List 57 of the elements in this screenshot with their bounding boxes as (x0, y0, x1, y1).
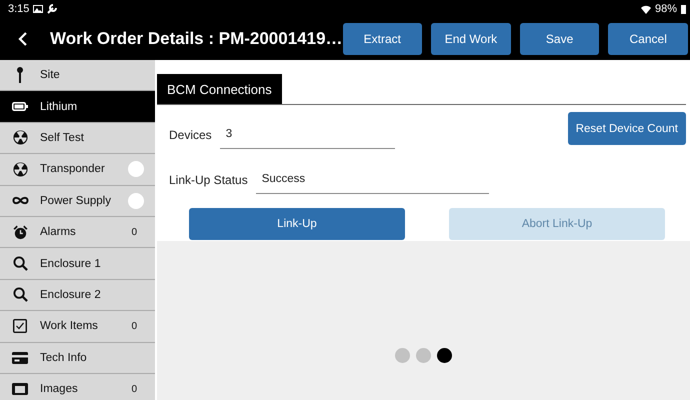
sidebar-item-label: Power Supply (40, 194, 112, 207)
page-indicator-dot[interactable] (437, 348, 452, 363)
sidebar-item[interactable]: Alarms 0 (0, 216, 155, 248)
page-title: Work Order Details : PM-20001419… (50, 29, 343, 49)
sidebar-item-label: Lithium (40, 100, 78, 113)
battery-icon (12, 102, 28, 112)
status-time: 3:15 (8, 3, 30, 15)
header-button[interactable]: End Work (431, 23, 511, 55)
action-button[interactable]: Link-Up (189, 208, 405, 240)
battery-percent: 98% (654, 3, 677, 15)
field-label: Link-Up Status (169, 172, 248, 186)
sidebar-item[interactable]: Power Supply (0, 186, 155, 217)
alarm-clock-icon (12, 224, 28, 240)
sidebar-item-label: Transponder (40, 163, 106, 176)
sidebar-item[interactable]: Transponder (0, 154, 155, 186)
header-button[interactable]: Save (520, 23, 600, 55)
input-field[interactable]: Success (256, 165, 489, 194)
image-icon (12, 383, 28, 396)
sidebar-item-label: Work Items (40, 320, 99, 332)
sidebar-item-label: Enclosure 2 (40, 288, 102, 301)
back-icon[interactable] (18, 31, 28, 47)
sidebar-item[interactable]: Images 0 (0, 374, 155, 400)
sidebar-item[interactable]: Lithium (0, 91, 155, 123)
sidebar-item-label: Self Test (40, 132, 85, 144)
sidebar-item[interactable]: Self Test (0, 122, 155, 154)
sidebar-item[interactable]: Enclosure 2 (0, 280, 155, 312)
sidebar-item[interactable]: Work Items 0 (0, 311, 155, 343)
reset-button[interactable]: Reset Device Count (568, 112, 686, 145)
sidebar-item[interactable]: Tech Info (0, 342, 155, 374)
checkbox-icon (13, 319, 27, 334)
input-field[interactable]: 3 (220, 120, 395, 149)
item-count: 0 (131, 384, 137, 395)
battery-icon (681, 4, 686, 14)
search-icon (12, 256, 28, 272)
wrench-icon (47, 4, 58, 14)
image-icon (33, 5, 44, 13)
radiation-icon (12, 162, 28, 177)
item-count: 0 (131, 320, 137, 332)
tab[interactable]: BCM Connections (157, 74, 282, 104)
field-label: Devices (169, 128, 212, 142)
infinity-icon (12, 196, 28, 206)
radiation-icon (12, 130, 28, 146)
sidebar-item-label: Enclosure 1 (40, 258, 102, 270)
card-icon (12, 352, 28, 364)
sidebar-item-label: Site (40, 69, 61, 82)
sidebar-item-label: Tech Info (40, 352, 88, 364)
pin-icon (17, 67, 23, 84)
wifi-icon (640, 4, 651, 14)
header-button[interactable]: Cancel (608, 23, 688, 55)
search-icon (12, 287, 28, 302)
page-indicator-dot[interactable] (416, 348, 431, 363)
item-count: 0 (131, 226, 137, 238)
page-indicator-dot[interactable] (395, 348, 410, 363)
sidebar-item-label: Alarms (40, 226, 77, 238)
sidebar-item[interactable]: Enclosure 1 (0, 248, 155, 280)
header-button[interactable]: Extract (342, 23, 422, 55)
sidebar-item-label: Images (40, 383, 79, 396)
